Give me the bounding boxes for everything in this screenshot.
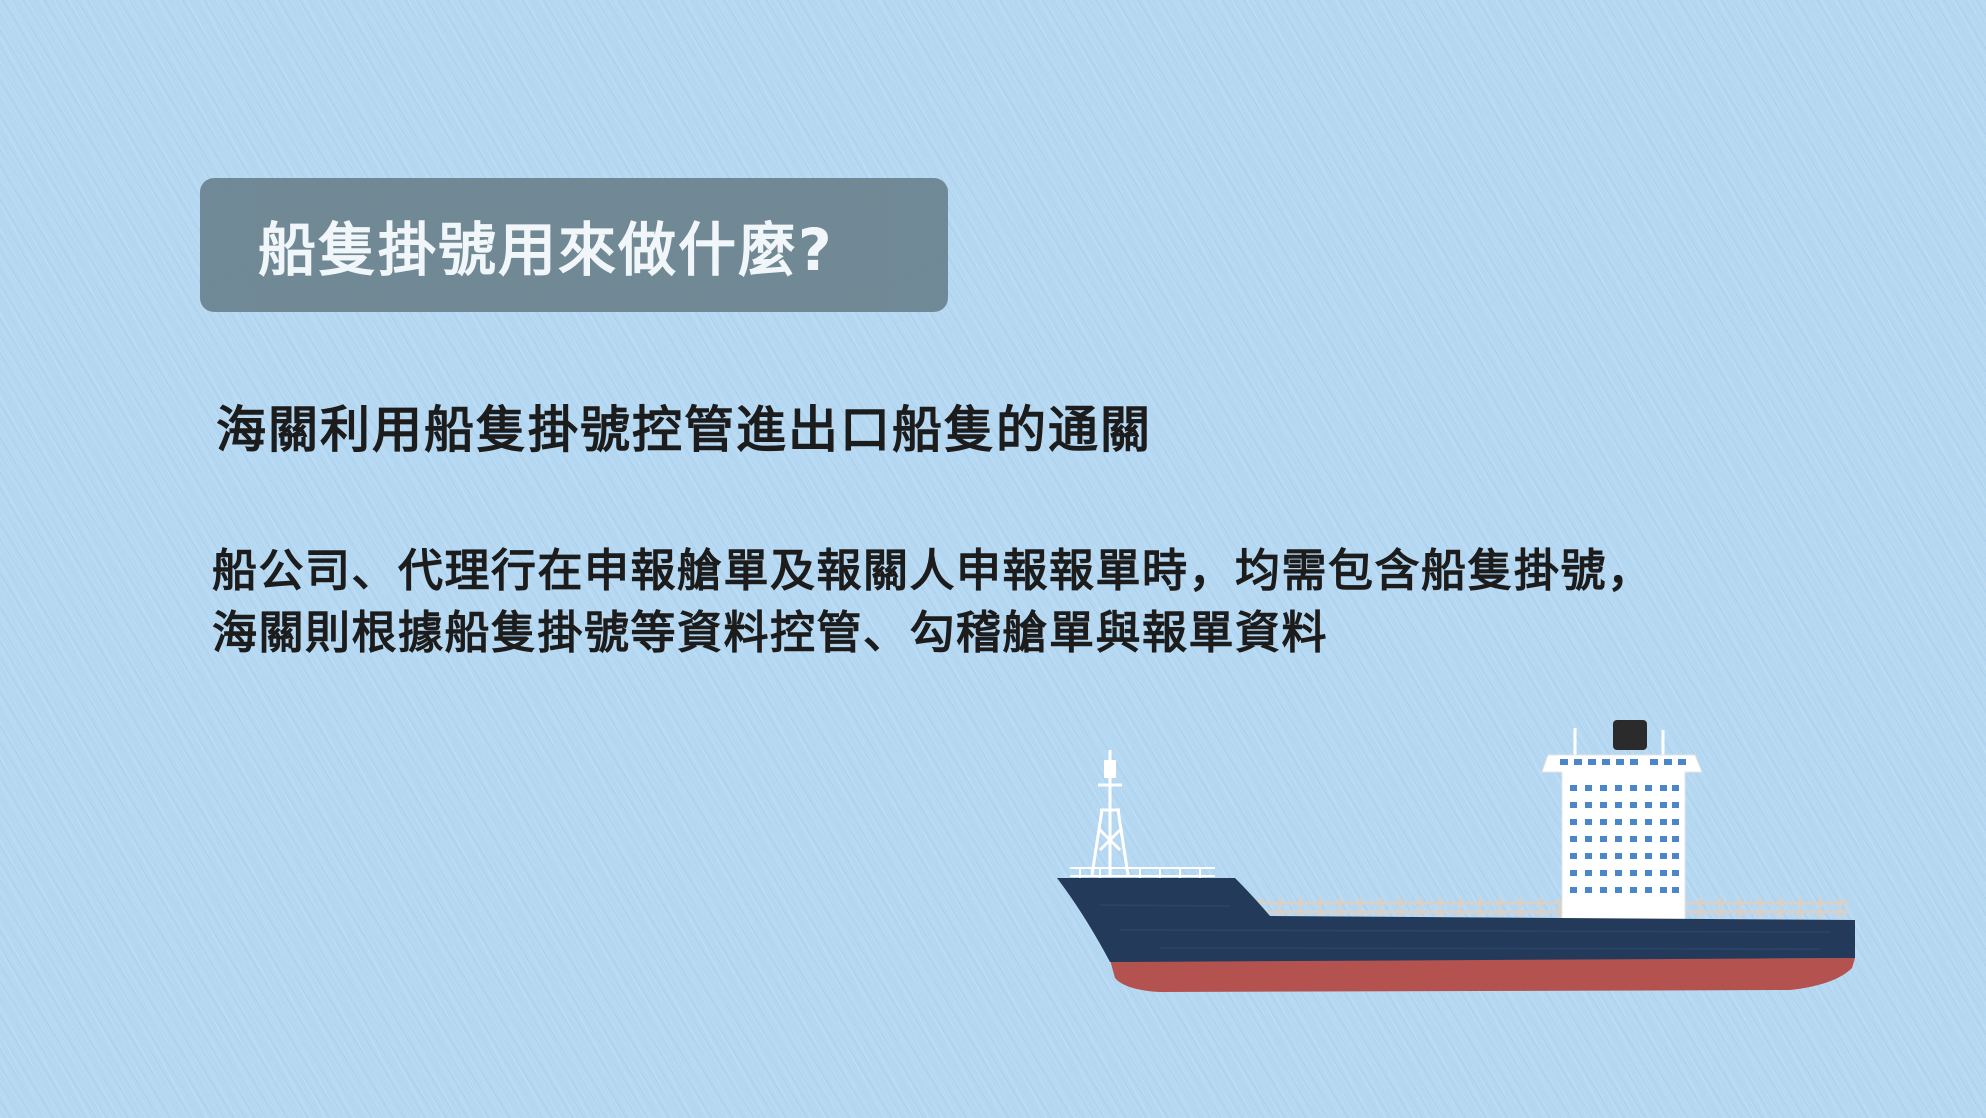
funnel	[1613, 720, 1647, 750]
mast-top	[1104, 760, 1116, 778]
body-line-2: 海關則根據船隻掛號等資料控管、勾稽艙單與報單資料	[212, 606, 1329, 659]
cargo-ship-icon	[1057, 720, 1855, 992]
body-line-1: 船公司、代理行在申報艙單及報關人申報報單時，均需包含船隻掛號，	[212, 544, 1654, 597]
title-box: 船隻掛號用來做什麼?	[200, 178, 948, 312]
slide-subtitle: 海關利用船隻掛號控管進出口船隻的通關	[216, 401, 1152, 459]
hull-lower	[1110, 958, 1855, 992]
slide-title: 船隻掛號用來做什麼?	[258, 216, 834, 284]
bridge-windows	[1560, 759, 1686, 765]
slide-body: 船公司、代理行在申報艙單及報關人申報報單時，均需包含船隻掛號， 海關則根據船隻掛…	[212, 540, 1654, 664]
